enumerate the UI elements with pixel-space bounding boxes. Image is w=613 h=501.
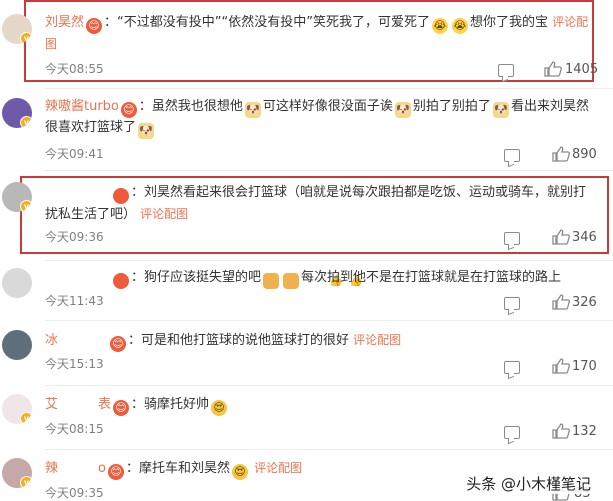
like-count: 1405	[565, 62, 599, 77]
divider	[45, 320, 613, 321]
comment-time: 今天09:41	[45, 147, 104, 161]
vip-badge-icon: 😊	[113, 273, 190, 289]
dog-emoji-icon: 🐶	[394, 102, 411, 118]
heart-eyes-emoji-icon: 😍	[211, 400, 228, 416]
like-count: 346	[572, 230, 597, 245]
avatar[interactable]: v	[2, 182, 32, 212]
comment-time: 今天15:13	[45, 357, 104, 371]
comment-picture-link[interactable]: 评论配图	[353, 333, 401, 347]
comment-text: 冰 😊 ：可是和他打篮球的说他篮球打的很好 评论配图	[45, 333, 402, 352]
comment-time: 今天09:36	[45, 230, 104, 244]
comment-username[interactable]: 艾	[45, 397, 58, 412]
comment-time: 今天09:35	[45, 486, 104, 500]
vip-badge-icon: 😊	[107, 464, 124, 480]
reply-icon[interactable]	[498, 64, 514, 77]
comment-username[interactable]: 刘昊然	[45, 15, 84, 30]
comment-username[interactable]: 辣嗷酱turbo	[45, 99, 119, 114]
vip-badge-icon: 😊	[113, 188, 190, 204]
comment-item: v 辣嗷酱turbo 😊 ：虽然我也很想他 🐶 可这样好像很没面子诶 🐶 别拍了别拍了 🐶 看出…	[0, 88, 613, 168]
avatar[interactable]: v	[2, 14, 32, 44]
comment-time: 今天08:55	[45, 62, 104, 76]
avatar[interactable]: v	[2, 458, 32, 488]
verified-badge-icon: v	[20, 116, 32, 128]
like-count: 170	[572, 359, 597, 374]
comment-username[interactable]: 冰	[45, 333, 58, 348]
vip-badge-icon: 😊	[86, 18, 103, 34]
divider	[45, 385, 613, 386]
vip-badge-icon: 😊	[120, 102, 137, 118]
thumbs-up-emoji-icon: 👍	[263, 273, 343, 289]
avatar[interactable]	[2, 268, 32, 298]
comment-time: 今天08:15	[45, 422, 104, 436]
comment-text: 刘昊然 😊 ：“不过都没有投中”“依然没有投中”笑死我了，可爱死了 😭 😭 想你了我的宝 …	[45, 15, 589, 51]
crying-emoji-icon: 😭	[431, 18, 448, 34]
crying-emoji-icon: 😭	[451, 18, 468, 34]
comment-item: v 艾表 😊 ：骑摩托好帅 😍 今天08:15 132	[0, 390, 613, 450]
reply-icon[interactable]	[504, 149, 520, 162]
heart-eyes-emoji-icon: 😍	[232, 464, 248, 480]
avatar[interactable]	[2, 330, 32, 360]
comment-picture-link[interactable]: 评论配图	[140, 207, 188, 221]
comment-item: 冰 😊 ：可是和他打篮球的说他篮球打的很好 评论配图 今天15:13 170	[0, 324, 613, 382]
comment-username[interactable]: 辣	[45, 461, 58, 476]
comment-item: 😊：狗仔应该挺失望的吧 👍 👍每次拍到他不是在打篮球就是在打篮球的路上 今天11:4…	[0, 262, 613, 320]
divider	[45, 260, 613, 261]
dog-emoji-icon: 🐶	[138, 123, 155, 139]
comment-text: 辣嗷酱turbo 😊 ：虽然我也很想他 🐶 可这样好像很没面子诶 🐶 别拍了别拍了 🐶 看出来刘…	[45, 99, 589, 139]
like-icon[interactable]	[552, 229, 570, 245]
like-icon[interactable]	[544, 61, 562, 77]
comment-time: 今天11:43	[45, 294, 104, 308]
like-count: 326	[572, 295, 597, 310]
like-count: 132	[572, 424, 597, 439]
like-icon[interactable]	[552, 146, 570, 162]
vip-badge-icon: 😊	[110, 336, 127, 352]
divider	[45, 449, 613, 450]
comment-item: v 😊：刘昊然看起来很会打篮球（咱就是说每次跟拍都是吃饭、运动或骑车，就别打扰私…	[0, 176, 613, 256]
dog-emoji-icon: 🐶	[492, 102, 509, 118]
comment-text: 😊：刘昊然看起来很会打篮球（咱就是说每次跟拍都是吃饭、运动或骑车，就别打扰私生活…	[45, 185, 587, 222]
verified-badge-icon: v	[20, 32, 32, 44]
like-icon[interactable]	[552, 423, 570, 439]
verified-badge-icon: v	[20, 476, 32, 488]
thumbs-up-emoji-icon: 👍	[283, 273, 363, 289]
reply-icon[interactable]	[504, 426, 520, 439]
avatar[interactable]: v	[2, 98, 32, 128]
reply-icon[interactable]	[504, 297, 520, 310]
avatar[interactable]: v	[2, 394, 32, 424]
verified-badge-icon: v	[20, 200, 32, 212]
reply-icon[interactable]	[504, 361, 520, 374]
like-icon[interactable]	[552, 294, 570, 310]
watermark: 头条 @小木槿笔记	[462, 473, 595, 494]
comment-item: v 刘昊然 😊 ：“不过都没有投中”“依然没有投中”笑死我了，可爱死了 😭 😭 想你了我的…	[0, 0, 613, 85]
comment-picture-link[interactable]: 评论配图	[254, 461, 302, 475]
verified-badge-icon: v	[20, 412, 32, 424]
comment-text: 😊：狗仔应该挺失望的吧 👍 👍每次拍到他不是在打篮球就是在打篮球的路上	[45, 268, 593, 289]
reply-icon[interactable]	[504, 232, 520, 245]
divider	[45, 170, 613, 171]
like-icon[interactable]	[552, 358, 570, 374]
like-count: 890	[572, 147, 597, 162]
comment-text: 艾表 😊 ：骑摩托好帅 😍	[45, 395, 593, 416]
vip-badge-icon: 😊	[113, 400, 130, 416]
dog-emoji-icon: 🐶	[244, 102, 261, 118]
